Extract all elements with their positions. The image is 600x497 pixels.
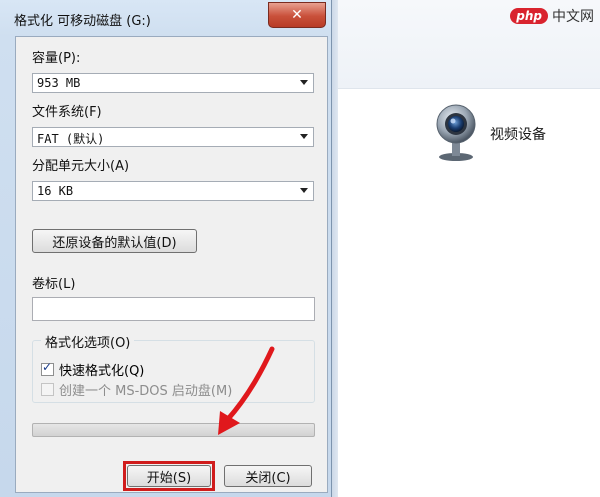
screen: php 中文网 视频设备 格式化 可移动磁盘 (G:) ✕ 容量(P): 953…	[0, 0, 600, 497]
volume-label-label: 卷标(L)	[32, 277, 76, 292]
watermark: php 中文网	[510, 6, 594, 26]
capacity-select[interactable]: 953 MB	[32, 73, 314, 93]
chevron-down-icon	[300, 188, 308, 193]
chevron-down-icon	[300, 80, 308, 85]
filesystem-value: FAT (默认)	[37, 132, 105, 146]
allocation-select[interactable]: 16 KB	[32, 181, 314, 201]
volume-label-input[interactable]	[32, 297, 315, 321]
quick-format-checkbox[interactable]: ✓	[41, 360, 54, 376]
filesystem-label: 文件系统(F)	[32, 105, 102, 120]
chevron-down-icon	[300, 134, 308, 139]
watermark-text: 中文网	[552, 9, 594, 25]
capacity-value: 953 MB	[37, 76, 81, 90]
quick-format-option[interactable]: ✓ 快速格式化(Q)	[41, 360, 144, 379]
start-button-highlight	[123, 461, 215, 491]
restore-defaults-button[interactable]: 还原设备的默认值(D)	[32, 229, 197, 253]
allocation-label: 分配单元大小(A)	[32, 159, 130, 174]
window-edge	[331, 0, 338, 497]
close-button[interactable]: 关闭(C)	[224, 465, 312, 487]
device-item-video[interactable]: 视频设备	[432, 102, 546, 166]
checkmark-icon: ✓	[42, 360, 53, 374]
close-icon: ✕	[291, 7, 303, 23]
annotation-arrow-icon	[218, 346, 275, 435]
filesystem-select[interactable]: FAT (默认)	[32, 127, 314, 147]
msdos-disk-checkbox	[41, 383, 54, 396]
device-label: 视频设备	[490, 127, 546, 143]
watermark-badge: php	[510, 8, 548, 24]
close-window-button[interactable]: ✕	[268, 2, 326, 28]
dialog-title: 格式化 可移动磁盘 (G:)	[14, 14, 151, 29]
allocation-value: 16 KB	[37, 184, 74, 198]
format-dialog: 格式化 可移动磁盘 (G:) ✕ 容量(P): 953 MB 文件系统(F) F…	[0, 0, 332, 497]
dialog-body: 容量(P): 953 MB 文件系统(F) FAT (默认) 分配单元大小(A)…	[15, 36, 328, 493]
capacity-label: 容量(P):	[32, 51, 81, 66]
webcam-icon	[432, 102, 480, 166]
format-options-legend: 格式化选项(O)	[41, 332, 135, 351]
quick-format-label: 快速格式化(Q)	[59, 364, 145, 379]
